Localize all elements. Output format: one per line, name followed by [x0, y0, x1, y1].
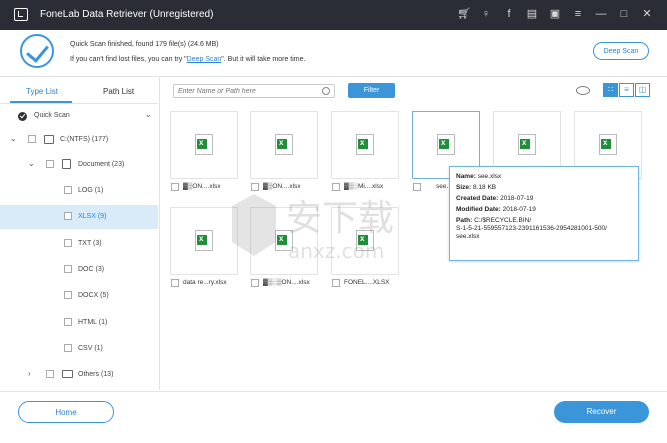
tree-type-html[interactable]: HTML (1)	[0, 311, 158, 335]
file-checkbox[interactable]	[171, 279, 179, 287]
drive-checkbox[interactable]	[28, 135, 36, 143]
chevron-down-icon[interactable]: ⌄	[28, 160, 36, 168]
file-name: data re...ry.xlsx	[183, 279, 227, 286]
watermark-cn: 安下载	[286, 198, 394, 239]
grid-view-icon[interactable]: ∷	[603, 83, 618, 97]
deep-scan-hint: If you can't find lost files, you can tr…	[70, 56, 306, 63]
home-button[interactable]: Home	[18, 401, 114, 423]
drive-icon	[44, 135, 54, 144]
menu-icon[interactable]: ≡	[572, 7, 584, 21]
detail-view-icon[interactable]: ◫	[635, 83, 650, 97]
save-icon[interactable]: ▣	[549, 7, 561, 21]
type-checkbox[interactable]	[64, 344, 72, 352]
feedback-icon[interactable]: ▤	[526, 7, 538, 21]
document-icon	[62, 159, 71, 169]
file-checkbox[interactable]	[251, 279, 259, 287]
type-checkbox[interactable]	[64, 212, 72, 220]
tooltip-modified: 2018-07-19	[502, 206, 536, 213]
file-name: FONEL....XLSX	[344, 279, 390, 286]
watermark: 安下载 anxz.com	[232, 194, 394, 263]
scan-summary-bar: Quick Scan finished, found 179 file(s) (…	[0, 30, 667, 77]
file-thumbnail[interactable]	[250, 111, 318, 179]
excel-file-icon	[195, 134, 213, 155]
tree-others[interactable]: › Others (13)	[0, 363, 158, 387]
search-input[interactable]	[178, 86, 318, 96]
tree-type-log[interactable]: LOG (1)	[0, 179, 158, 203]
file-thumbnail[interactable]	[331, 111, 399, 179]
preview-eye-icon[interactable]	[576, 86, 590, 95]
tree-type-docx[interactable]: DOCX (5)	[0, 284, 158, 308]
folder-icon	[62, 370, 73, 378]
type-checkbox[interactable]	[64, 318, 72, 326]
file-name: ▓▒░▒ON....xlsx	[263, 279, 310, 286]
tooltip-size: 8.18 KB	[472, 184, 497, 191]
type-checkbox[interactable]	[64, 291, 72, 299]
type-checkbox[interactable]	[64, 186, 72, 194]
file-thumbnail[interactable]	[170, 111, 238, 179]
cart-icon[interactable]: 🛒︎	[457, 7, 471, 21]
excel-file-icon	[356, 134, 374, 155]
tooltip-created: 2018-07-19	[500, 195, 534, 202]
tooltip-path-cont: S-1-5-21-559557123-2391161536-2954281001…	[456, 225, 607, 232]
scan-complete-icon	[20, 34, 54, 68]
list-view-icon[interactable]: ≡	[619, 83, 634, 97]
deep-scan-button[interactable]: Deep Scan	[593, 42, 649, 60]
tooltip-name: see.xlsx	[477, 173, 502, 180]
scan-mode-select[interactable]: Quick Scan ⌄	[0, 104, 158, 128]
close-icon[interactable]: ✕	[641, 7, 653, 21]
chevron-down-icon[interactable]: ⌄	[10, 135, 18, 143]
tree-type-txt[interactable]: TXT (3)	[0, 232, 158, 256]
watermark-en: anxz.com	[288, 239, 384, 263]
type-checkbox[interactable]	[64, 239, 72, 247]
tooltip-path-file: see.xlsx	[456, 233, 480, 240]
footer: Home Recover	[0, 391, 667, 443]
tree-drive-c[interactable]: ⌄ C:(NTFS) (177)	[0, 128, 158, 152]
key-icon[interactable]: ♀	[480, 7, 492, 21]
file-info-tooltip: Name: see.xlsx Size: 8.18 KB Created Dat…	[449, 166, 639, 261]
tree-type-csv[interactable]: CSV (1)	[0, 337, 158, 361]
others-checkbox[interactable]	[46, 370, 54, 378]
search-icon[interactable]	[322, 87, 330, 95]
tree-type-xlsx[interactable]: XLSX (9)	[0, 205, 158, 229]
window-title: FoneLab Data Retriever (Unregistered)	[40, 9, 214, 20]
minimize-icon[interactable]: —	[595, 7, 607, 21]
excel-file-icon	[437, 134, 455, 155]
tab-type-list[interactable]: Type List	[26, 87, 58, 96]
excel-file-icon	[195, 230, 213, 251]
sidebar-tabs: Type List Path List	[0, 77, 158, 103]
deep-scan-link[interactable]: Deep Scan	[187, 56, 222, 63]
type-checkbox[interactable]	[64, 265, 72, 273]
file-checkbox[interactable]	[171, 183, 179, 191]
tooltip-path: C:/$RECYCLE.BIN/	[474, 217, 532, 224]
excel-file-icon	[275, 134, 293, 155]
title-bar: FoneLab Data Retriever (Unregistered) 🛒︎…	[0, 0, 667, 30]
tree-type-doc[interactable]: DOC (3)	[0, 258, 158, 282]
chevron-down-icon[interactable]: ⌄	[145, 111, 153, 119]
app-logo-icon	[14, 8, 28, 21]
tree-document[interactable]: ⌄ Document (23)	[0, 153, 158, 177]
chevron-right-icon[interactable]: ›	[28, 370, 36, 378]
search-box[interactable]	[173, 84, 335, 98]
check-icon	[18, 112, 27, 121]
file-name: ▓▒ON....xlsx	[183, 183, 221, 190]
scan-status-text: Quick Scan finished, found 179 file(s) (…	[70, 41, 219, 48]
watermark-shield-icon	[232, 194, 276, 256]
title-bar-controls: 🛒︎ ♀ f ▤ ▣ ≡ — □ ✕	[457, 7, 653, 21]
file-checkbox[interactable]	[332, 279, 340, 287]
excel-file-icon	[599, 134, 617, 155]
recover-button[interactable]: Recover	[554, 401, 649, 423]
filter-button[interactable]: Filter	[348, 83, 395, 98]
maximize-icon[interactable]: □	[618, 7, 630, 21]
tab-path-list[interactable]: Path List	[103, 87, 134, 96]
sidebar: Type List Path List Quick Scan ⌄ ⌄ C:(NT…	[0, 77, 160, 390]
excel-file-icon	[518, 134, 536, 155]
facebook-icon[interactable]: f	[503, 7, 515, 21]
document-checkbox[interactable]	[46, 160, 54, 168]
